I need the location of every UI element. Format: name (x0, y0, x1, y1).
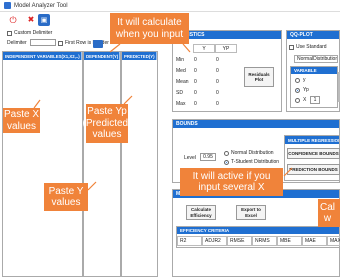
variable-yp-radio[interactable] (295, 88, 300, 93)
efficiency-col: NRMS (252, 236, 277, 246)
tstudent-distribution-radio[interactable] (224, 160, 229, 165)
calculate-efficiency-button[interactable]: Calculate Efficiency (186, 205, 216, 220)
efficiency-criteria-header: EFFICIENCY CRITERIA (177, 227, 339, 234)
stats-col-y: Y (193, 44, 215, 53)
dependent-column-header: DEPENDENT(Y) (84, 52, 120, 60)
first-row-header-checkbox[interactable] (58, 41, 63, 46)
power-icon: ⏻ (9, 14, 17, 25)
qqplot-header: QQ-PLOT (287, 31, 339, 39)
efficiency-table-header: R2 ADJR2 RMSE NRMS MBE MAE MAX (177, 236, 340, 246)
app-icon (4, 2, 11, 9)
custom-delimiter-checkbox[interactable] (7, 31, 12, 36)
multiple-regression-header: MULTIPLE REGRESSION (285, 136, 339, 144)
annotation-calculate: It will calculate when you input (110, 13, 189, 44)
annotation-active-several-x: It will active if you input several X (180, 168, 283, 196)
stats-row-label: Med (176, 68, 186, 74)
stats-value: 0 (216, 79, 219, 85)
residuals-plot-button[interactable]: Residuals Plot (244, 67, 274, 87)
tstudent-distribution-label: T-Student Distribution (231, 159, 280, 165)
stats-row-label: Min (176, 57, 185, 63)
save-button[interactable]: ▣ (38, 14, 50, 26)
stats-value: 0 (194, 57, 197, 63)
variable-x-label: X (303, 97, 307, 103)
independent-column-header: INDEPENDENT VARIABLES(X1,X2,..) (3, 52, 82, 60)
annotation-paste-x: Paste X values (3, 108, 40, 133)
predicted-column[interactable]: PREDICTED(Y) (121, 51, 158, 277)
prediction-bounds-button[interactable]: PREDICTION BOUNDS (287, 164, 340, 175)
delimiter-input[interactable] (30, 39, 56, 46)
efficiency-col: MAE (302, 236, 327, 246)
bounds-header: BOUNDS (173, 120, 339, 128)
annotation-calculate-partial: Cal w (318, 199, 340, 227)
x-index-stepper[interactable]: 1 (310, 96, 320, 104)
title-bar: Model Analyzer Tool (0, 0, 340, 12)
normal-distribution-label: Normal Distribution (231, 150, 274, 156)
stats-value: 0 (216, 68, 219, 74)
statistics-header: STATISTICS (173, 31, 281, 39)
stats-row-label: SD (176, 90, 183, 96)
import-button[interactable] (93, 40, 103, 48)
normal-distribution-radio[interactable] (224, 151, 229, 156)
eraser-icon: ✖ (27, 15, 35, 24)
dependent-column[interactable]: DEPENDENT(Y) (83, 51, 121, 277)
use-standard-label: Use Standard (296, 44, 327, 50)
delimiter-label: Delimiter (7, 40, 27, 46)
clear-button[interactable]: ✖ (25, 14, 37, 26)
efficiency-col: R2 (177, 236, 202, 246)
independent-column[interactable]: INDEPENDENT VARIABLES(X1,X2,..) (2, 51, 83, 277)
stats-value: 0 (194, 101, 197, 107)
stats-value: 0 (216, 57, 219, 63)
stats-row-label: Mean (176, 79, 189, 85)
level-input[interactable]: 0.95 (200, 153, 216, 161)
variable-yp-label: Yp (303, 87, 309, 93)
confidence-bounds-button[interactable]: CONFIDENCE BOUNDS (287, 148, 340, 159)
stats-value: 0 (216, 90, 219, 96)
power-button[interactable]: ⏻ (7, 14, 19, 26)
distribution-select[interactable]: NormalDistribution (294, 55, 338, 63)
export-excel-button[interactable]: Export to Excel (236, 205, 266, 220)
stats-value: 0 (216, 101, 219, 107)
efficiency-col: ADJR2 (202, 236, 227, 246)
stats-value: 0 (194, 90, 197, 96)
variable-y-radio[interactable] (295, 78, 300, 83)
save-icon: ▣ (40, 16, 48, 24)
annotation-paste-yp: Paste Yp (Predicted) values (83, 104, 131, 143)
use-standard-checkbox[interactable] (289, 45, 294, 50)
predicted-column-header: PREDICTED(Y) (122, 52, 157, 60)
variable-header: VARIABLE (291, 67, 337, 74)
custom-delimiter-label: Custom Delimiter (14, 30, 53, 36)
stats-row-label: Max (176, 101, 186, 107)
annotation-paste-y: Paste Y values (44, 183, 88, 211)
stats-value: 0 (194, 79, 197, 85)
variable-y-label: y (303, 77, 306, 83)
level-label: Level (184, 155, 196, 161)
stats-col-yp: YP (215, 44, 237, 53)
efficiency-col: RMSE (227, 236, 252, 246)
efficiency-col: MAX (327, 236, 340, 246)
stats-value: 0 (194, 68, 197, 74)
efficiency-col: MBE (277, 236, 302, 246)
variable-x-radio[interactable] (295, 98, 300, 103)
window-title: Model Analyzer Tool (14, 2, 68, 9)
